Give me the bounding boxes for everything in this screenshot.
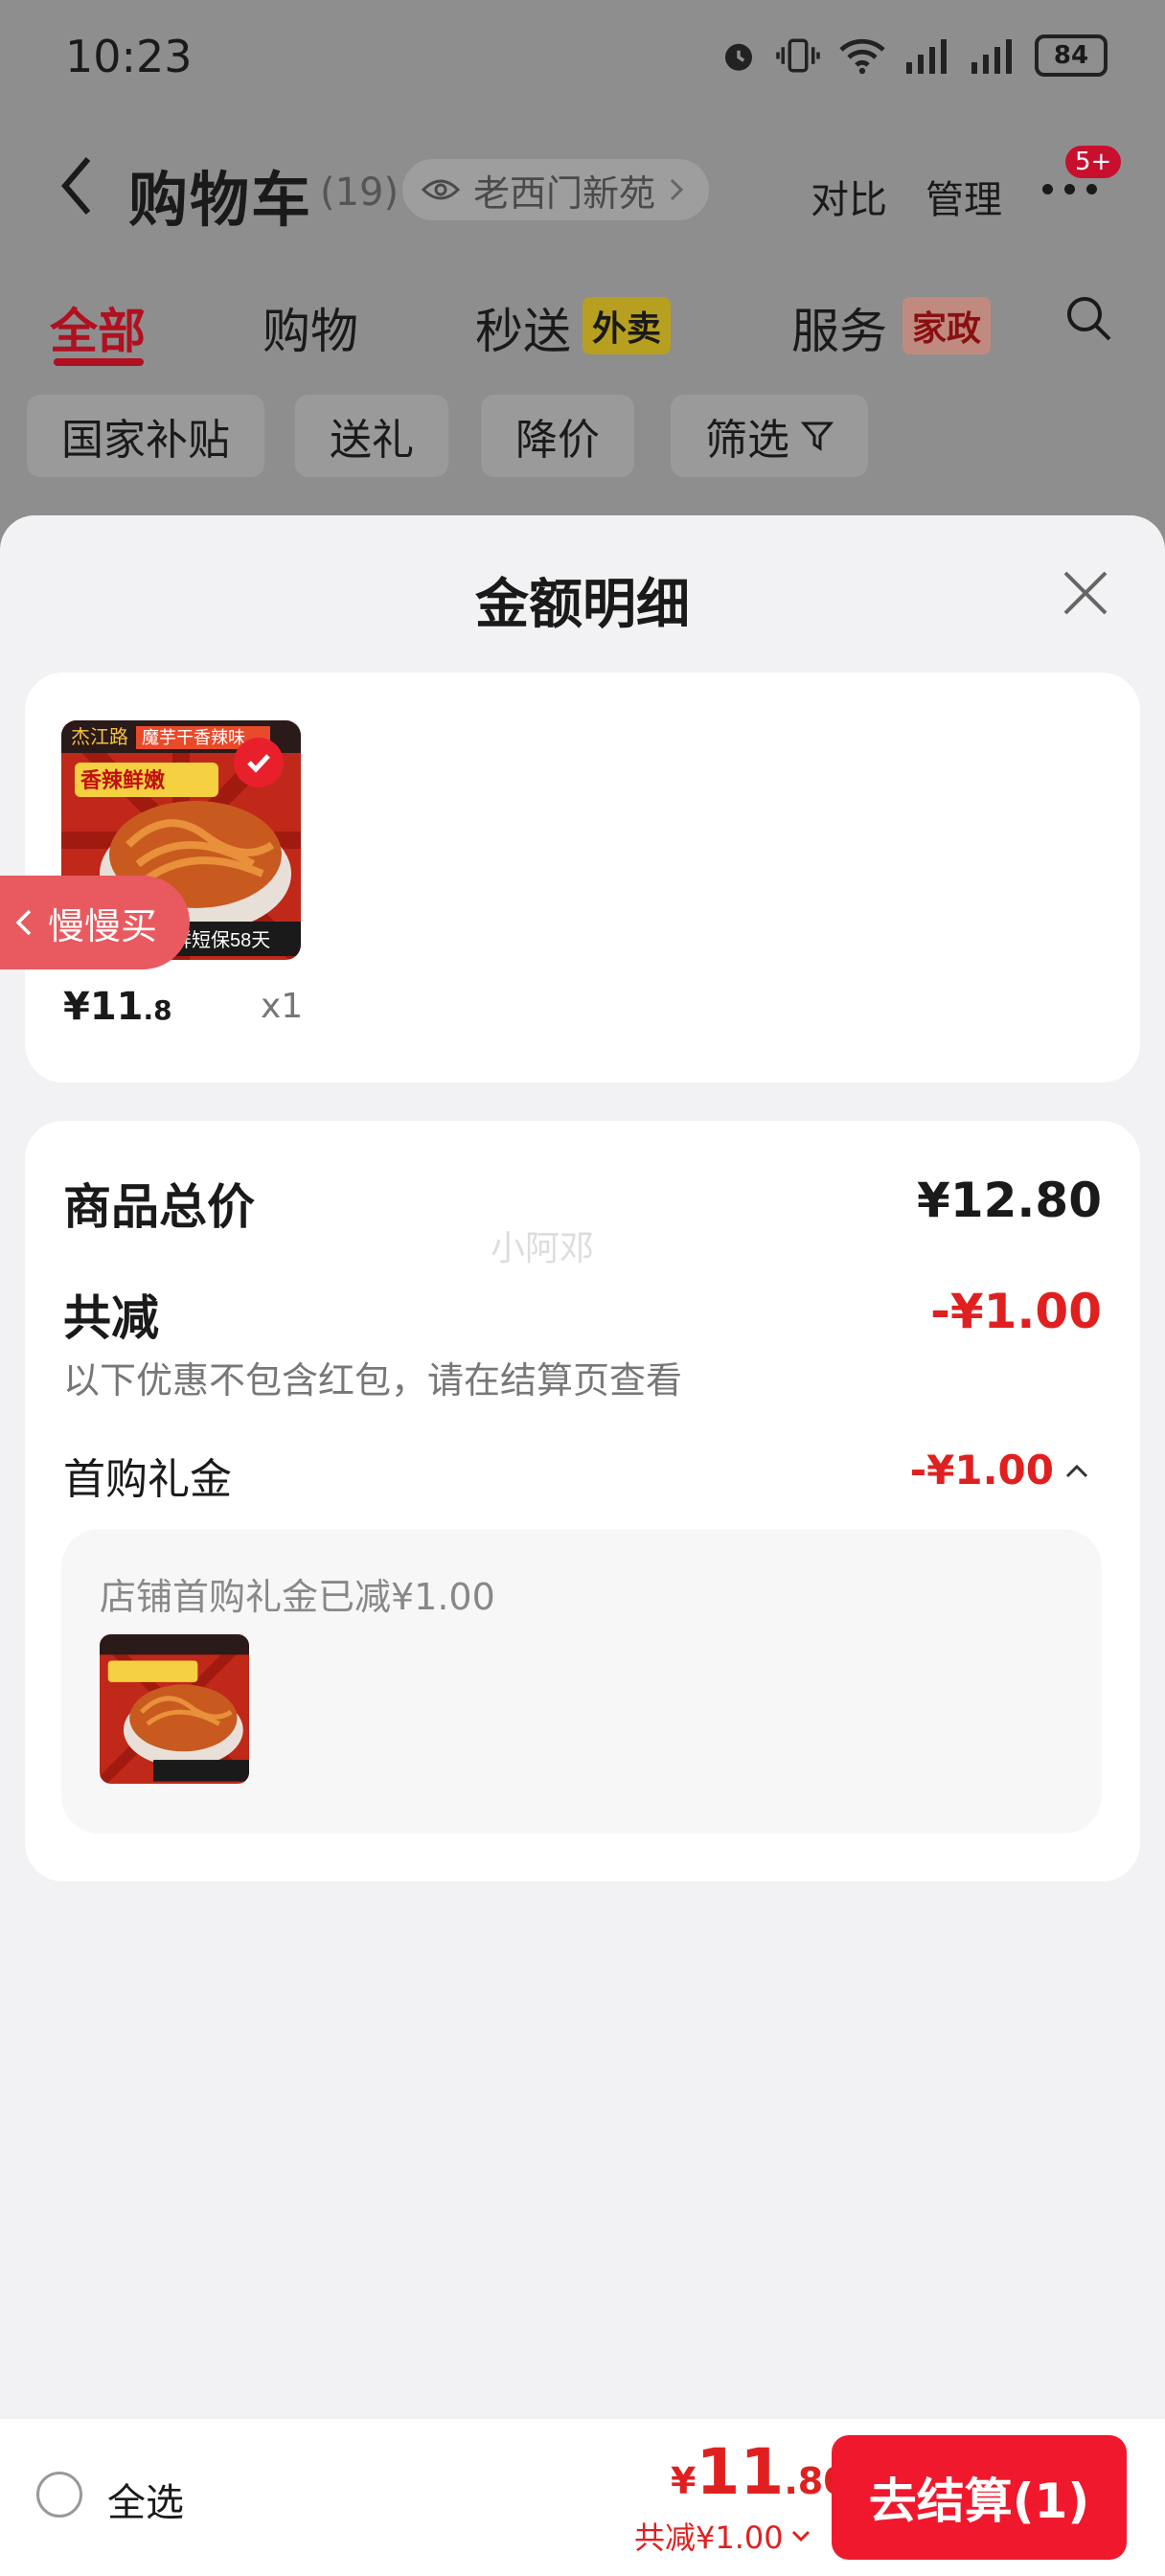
item-price-dec: .8	[143, 994, 172, 1026]
cart-count: (19)	[320, 171, 400, 215]
discount-value: -¥1.00	[930, 1284, 1102, 1339]
signal-icon-1	[906, 39, 947, 74]
watermark: 小阿邓	[491, 1229, 595, 1268]
alarm-icon	[725, 43, 752, 71]
select-all-radio[interactable]	[36, 2472, 82, 2518]
signal-icon-2	[971, 39, 1012, 74]
compare-button[interactable]: 对比	[811, 169, 887, 224]
eye-icon	[422, 179, 460, 200]
chevron-right-icon	[670, 178, 684, 201]
tab-all[interactable]: 全部	[50, 293, 146, 362]
message-badge: 5+	[1065, 146, 1122, 178]
saved-toggle[interactable]: 共减¥1.00	[634, 2514, 811, 2558]
item-price: ¥11.8	[63, 985, 172, 1029]
active-tab-underline	[54, 358, 144, 366]
chevron-up-icon	[1065, 1464, 1088, 1477]
saved-amount: 共减¥1.00	[634, 2519, 784, 2556]
status-icons: 84	[719, 34, 1108, 77]
tab-express[interactable]: 秒送	[475, 293, 571, 362]
gift-label: 首购礼金	[63, 1455, 232, 1504]
wifi-icon	[839, 38, 885, 75]
gift-detail-text: 店铺首购礼金已减¥1.00	[100, 1576, 495, 1618]
close-icon[interactable]	[1062, 569, 1109, 617]
total-label: 商品总价	[63, 1179, 255, 1235]
funnel-icon	[801, 422, 834, 451]
select-all-label[interactable]: 全选	[107, 2472, 184, 2527]
vibrate-icon	[776, 38, 820, 73]
more-icon[interactable]	[1042, 184, 1097, 194]
page-title: 购物车	[128, 165, 313, 235]
sheet-title: 金额明细	[475, 574, 690, 636]
chevron-left-icon	[15, 909, 32, 936]
bottom-total-price: ¥ 11 .80	[671, 2435, 849, 2509]
gift-value: -¥1.00	[909, 1447, 1054, 1493]
tag-takeout: 外卖	[582, 297, 672, 354]
tab-services[interactable]: 服务	[791, 293, 887, 362]
status-time: 10:23	[65, 31, 193, 82]
filter-label: 筛选	[705, 416, 789, 465]
bottom-price-int: 11	[696, 2435, 785, 2509]
filter-gift[interactable]: 送礼	[295, 395, 448, 477]
gift-product-image[interactable]	[100, 1634, 249, 1784]
slow-buy-label: 慢慢买	[48, 904, 158, 947]
location-pill[interactable]: 老西门新苑	[402, 159, 710, 220]
checked-icon[interactable]	[234, 738, 284, 787]
product-tag: 香辣鲜嫩	[80, 768, 166, 792]
gift-toggle[interactable]: -¥1.00	[910, 1447, 1088, 1493]
chevron-down-icon	[791, 2530, 810, 2542]
discount-label: 共减	[63, 1290, 159, 1346]
item-price-int: ¥11	[63, 985, 144, 1029]
discount-note: 以下优惠不包含红包，请在结算页查看	[63, 1359, 683, 1402]
product-brand: 杰江路	[71, 726, 128, 748]
bottom-price-currency: ¥	[671, 2460, 697, 2502]
tab-shopping[interactable]: 购物	[263, 293, 358, 362]
filter-price-drop[interactable]: 降价	[481, 395, 634, 477]
total-value: ¥12.80	[917, 1173, 1102, 1228]
battery-indicator: 84	[1035, 34, 1108, 77]
slow-buy-tab[interactable]: 慢慢买	[0, 876, 190, 969]
item-quantity: x1	[261, 987, 304, 1026]
filter-national-subsidy[interactable]: 国家补贴	[27, 395, 264, 477]
location-label: 老西门新苑	[473, 171, 656, 215]
search-icon[interactable]	[1063, 293, 1115, 345]
manage-button[interactable]: 管理	[925, 169, 1002, 224]
filter-button[interactable]: 筛选	[671, 395, 868, 477]
back-arrow-icon[interactable]	[59, 155, 94, 217]
checkout-button[interactable]: 去结算(1)	[832, 2435, 1127, 2560]
product-caption: 魔芋干香辣味	[142, 728, 245, 747]
tag-housekeeping: 家政	[902, 297, 992, 354]
